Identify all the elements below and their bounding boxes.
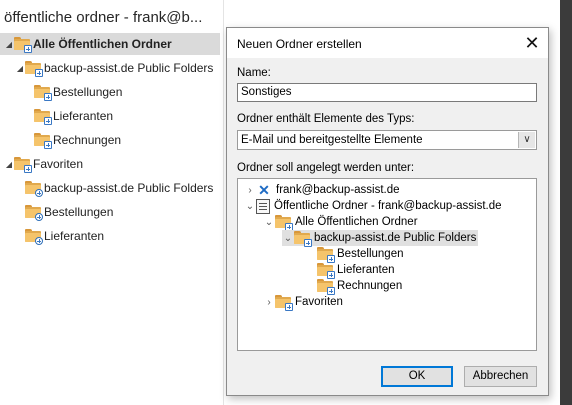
name-label: Name: <box>237 67 271 79</box>
pane-item-public-folders[interactable]: ◢ backup-assist.de Public Folders <box>0 57 223 79</box>
public-folder-icon <box>34 85 52 101</box>
tree-item-label: Öffentliche Ordner - frank@backup-assist… <box>274 200 502 212</box>
pane-item-bestellungen[interactable]: Bestellungen <box>0 81 223 103</box>
public-store-icon <box>256 198 270 214</box>
pane-item-label: Bestellungen <box>53 85 123 99</box>
public-folder-icon <box>275 295 293 311</box>
pane-item-fav-lieferanten[interactable]: Lieferanten <box>0 225 223 247</box>
location-tree[interactable]: › ✕ frank@backup-assist.de ⌄ Öffentliche… <box>237 178 537 351</box>
collapse-arrow-icon[interactable]: ⌄ <box>263 217 275 228</box>
collapse-arrow-icon[interactable]: ◢ <box>15 64 25 73</box>
folder-pane: öffentliche ordner - frank@b... ◢ Alle Ö… <box>0 0 223 405</box>
exchange-mailbox-icon: ✕ <box>258 182 270 198</box>
pane-item-favoriten[interactable]: ◢ Favoriten <box>0 153 223 175</box>
shared-folder-icon <box>25 229 43 245</box>
pane-item-all-public-folders[interactable]: ◢ Alle Öffentlichen Ordner <box>0 33 220 55</box>
expand-arrow-icon[interactable]: › <box>244 185 256 196</box>
pane-item-label: Favoriten <box>33 157 84 171</box>
dialog-title: Neuen Ordner erstellen <box>237 37 362 51</box>
expand-arrow-icon[interactable]: › <box>263 297 275 308</box>
pane-title: öffentliche ordner - frank@b... <box>4 9 203 26</box>
pane-item-label: Alle Öffentlichen Ordner <box>33 37 172 51</box>
pane-item-rechnungen[interactable]: Rechnungen <box>0 129 223 151</box>
tree-item-favoriten[interactable]: › Favoriten <box>263 294 343 311</box>
new-folder-dialog: Neuen Ordner erstellen ✕ Name: Sonstiges… <box>226 27 549 396</box>
pane-item-label: Rechnungen <box>53 133 122 147</box>
tree-item-label: Alle Öffentlichen Ordner <box>295 216 418 228</box>
public-folder-icon <box>317 263 335 279</box>
tree-item-rechnungen[interactable]: Rechnungen <box>317 278 403 295</box>
tree-item-label: Lieferanten <box>337 264 395 276</box>
public-folder-icon <box>34 133 52 149</box>
pane-item-label: Lieferanten <box>44 229 105 243</box>
close-icon[interactable]: ✕ <box>518 30 546 56</box>
folder-type-select[interactable]: E-Mail und bereitgestellte Elemente ∨ <box>237 130 537 150</box>
public-folder-icon <box>317 279 335 295</box>
tree-item-label: Favoriten <box>295 296 343 308</box>
tree-item-label: backup-assist.de Public Folders <box>314 232 477 244</box>
pane-item-fav-public-folders[interactable]: backup-assist.de Public Folders <box>0 177 223 199</box>
tree-item-public-folders-root[interactable]: ⌄ Öffentliche Ordner - frank@backup-assi… <box>244 198 502 214</box>
chevron-down-icon[interactable]: ∨ <box>518 132 535 148</box>
folder-name-input[interactable]: Sonstiges <box>237 83 537 102</box>
tree-item-bestellungen[interactable]: Bestellungen <box>317 246 404 263</box>
collapse-arrow-icon[interactable]: ◢ <box>4 40 14 49</box>
folder-type-value: E-Mail und bereitgestellte Elemente <box>241 134 423 146</box>
public-folder-icon <box>317 247 335 263</box>
collapse-arrow-icon[interactable]: ◢ <box>4 160 14 169</box>
pane-item-label: backup-assist.de Public Folders <box>44 181 214 195</box>
shared-folder-icon <box>25 181 43 197</box>
public-folder-icon <box>14 37 32 53</box>
location-label: Ordner soll angelegt werden unter: <box>237 162 415 174</box>
public-folder-icon <box>294 231 312 247</box>
public-folder-icon <box>25 61 43 77</box>
public-folder-icon <box>275 215 293 231</box>
pane-divider[interactable] <box>223 0 224 405</box>
dialog-titlebar[interactable]: Neuen Ordner erstellen ✕ <box>227 28 548 58</box>
ok-button[interactable]: OK <box>381 366 453 387</box>
pane-item-label: backup-assist.de Public Folders <box>44 61 214 75</box>
public-folder-icon <box>34 109 52 125</box>
pane-item-lieferanten[interactable]: Lieferanten <box>0 105 223 127</box>
tree-item-label: frank@backup-assist.de <box>276 184 400 196</box>
collapse-arrow-icon[interactable]: ⌄ <box>282 233 294 244</box>
shared-folder-icon <box>25 205 43 221</box>
tree-item-public-folders-selected[interactable]: ⌄ backup-assist.de Public Folders <box>282 230 479 247</box>
tree-item-mailbox[interactable]: › ✕ frank@backup-assist.de <box>244 182 400 198</box>
type-label: Ordner enthält Elemente des Typs: <box>237 113 415 125</box>
window-edge <box>560 0 572 405</box>
tree-item-label: Bestellungen <box>337 248 404 260</box>
pane-item-label: Lieferanten <box>53 109 114 123</box>
pane-item-label: Bestellungen <box>44 205 114 219</box>
collapse-arrow-icon[interactable]: ⌄ <box>244 201 256 212</box>
public-folder-icon <box>14 157 32 173</box>
tree-item-all-public[interactable]: ⌄ Alle Öffentlichen Ordner <box>263 214 418 231</box>
tree-item-lieferanten[interactable]: Lieferanten <box>317 262 395 279</box>
cancel-button[interactable]: Abbrechen <box>464 366 537 387</box>
pane-item-fav-bestellungen[interactable]: Bestellungen <box>0 201 223 223</box>
tree-item-label: Rechnungen <box>337 280 403 292</box>
